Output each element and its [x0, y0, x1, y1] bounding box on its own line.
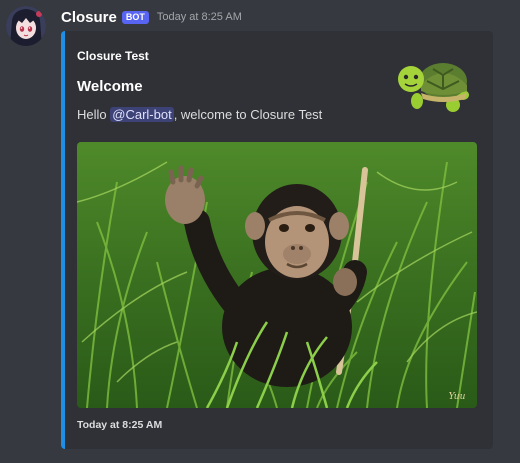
- embed-image[interactable]: Yuu: [77, 142, 477, 408]
- embed-title: Welcome: [77, 78, 143, 95]
- turtle-icon: [398, 63, 469, 112]
- message-timestamp[interactable]: Today at 8:25 AM: [157, 11, 242, 23]
- user-mention[interactable]: @Carl-bot: [110, 107, 174, 122]
- username[interactable]: Closure: [61, 9, 117, 26]
- image-watermark: Yuu: [449, 392, 466, 402]
- description-suffix: , welcome to Closure Test: [173, 107, 323, 122]
- user-avatar[interactable]: [6, 6, 46, 46]
- chat-message: Closure BOT Today at 8:25 AM Closure Tes…: [0, 0, 520, 463]
- embed-thumbnail[interactable]: [397, 55, 477, 119]
- chimpanzee-in-grass-photo: Yuu: [77, 142, 477, 408]
- message-embed: Closure Test Welcome Hello @Carl-bot, we…: [61, 31, 493, 449]
- embed-description: Hello @Carl-bot, welcome to Closure Test: [77, 107, 322, 122]
- message-header: Closure BOT Today at 8:25 AM: [61, 7, 242, 27]
- bot-badge: BOT: [121, 10, 149, 24]
- embed-author: Closure Test: [77, 49, 149, 63]
- description-prefix: Hello: [77, 107, 111, 122]
- embed-footer-timestamp: Today at 8:25 AM: [77, 419, 163, 431]
- anime-avatar-icon: [6, 6, 46, 46]
